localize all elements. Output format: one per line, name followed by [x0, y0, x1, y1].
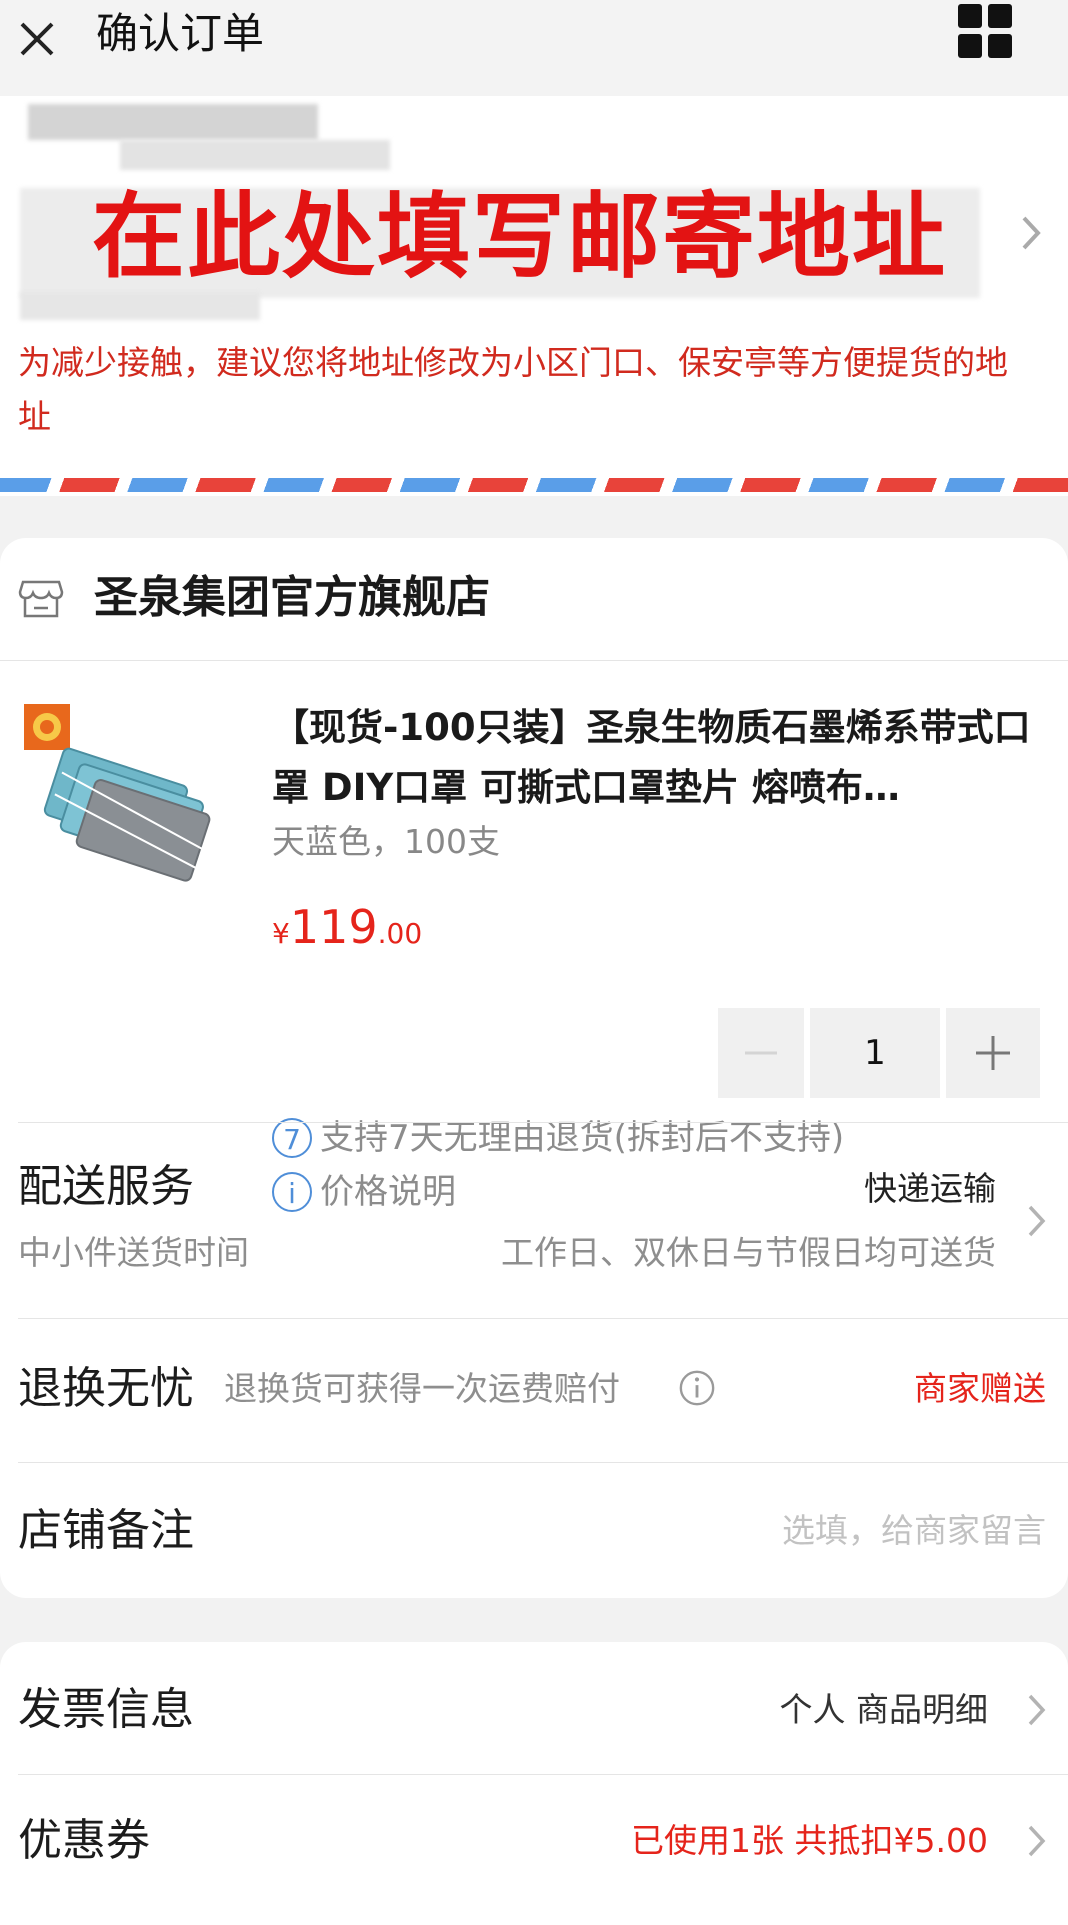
chevron-right-icon	[1028, 1825, 1046, 1857]
quantity-stepper: 1	[718, 1008, 1040, 1098]
coupon-label: 优惠券	[18, 1815, 150, 1866]
price-currency: ¥	[272, 917, 290, 950]
airmail-border	[0, 478, 1068, 492]
returns-sub: 退换货可获得一次运费赔付	[224, 1369, 620, 1408]
plus-icon	[976, 1036, 1010, 1070]
remark-row[interactable]: 店铺备注 选填，给商家留言	[18, 1462, 1068, 1599]
product-item[interactable]: 【现货-100只装】圣泉生物质石墨烯系带式口罩 DIY口罩 可撕式口罩垫片 熔喷…	[0, 660, 1068, 1212]
top-bar: 确认订单	[0, 0, 1068, 97]
delivery-sub: 中小件送货时间	[18, 1233, 249, 1272]
returns-row[interactable]: 退换无忧 退换货可获得一次运费赔付 商家赠送	[18, 1318, 1068, 1463]
invoice-card: 发票信息 个人 商品明细 优惠券 已使用1张 共抵扣¥5.00	[0, 1642, 1068, 1925]
blurred-address-line2	[20, 292, 260, 320]
invoice-value: 个人 商品明细	[779, 1690, 989, 1729]
coupon-row[interactable]: 优惠券 已使用1张 共抵扣¥5.00	[18, 1774, 1068, 1907]
delivery-value: 快递运输	[864, 1169, 996, 1208]
address-section[interactable]: 在此处填写邮寄地址 为减少接触，建议您将地址修改为小区门口、保安亭等方便提货的地…	[0, 96, 1068, 496]
blurred-phone	[120, 140, 390, 170]
store-icon	[18, 580, 64, 618]
invoice-row[interactable]: 发票信息 个人 商品明细	[18, 1642, 1068, 1774]
invoice-label: 发票信息	[18, 1684, 194, 1735]
delivery-label: 配送服务	[18, 1161, 194, 1212]
remark-input[interactable]: 选填，给商家留言	[782, 1509, 1046, 1553]
blurred-name	[28, 104, 318, 140]
product-title: 【现货-100只装】圣泉生物质石墨烯系带式口罩 DIY口罩 可撕式口罩垫片 熔喷…	[272, 706, 1031, 809]
product-spec: 天蓝色，100支	[272, 822, 500, 861]
chevron-right-icon[interactable]	[1018, 208, 1046, 258]
address-hint: 在此处填写邮寄地址	[92, 183, 947, 291]
product-image[interactable]	[22, 702, 222, 902]
store-header[interactable]: 圣泉集团官方旗舰店	[0, 538, 1068, 661]
decrease-button[interactable]	[718, 1008, 804, 1098]
chevron-right-icon	[1028, 1694, 1046, 1726]
returns-label: 退换无忧	[18, 1363, 194, 1414]
delivery-row[interactable]: 配送服务 中小件送货时间 快递运输 工作日、双休日与节假日均可送货	[18, 1122, 1068, 1319]
store-card: 圣泉集团官方旗舰店 【现货-100只装】圣泉生物质石墨烯系带式口罩 DIY口罩 …	[0, 538, 1068, 1598]
price-integer: 119	[289, 900, 378, 954]
minus-icon	[745, 1051, 777, 1055]
increase-button[interactable]	[946, 1008, 1040, 1098]
close-icon[interactable]	[18, 12, 68, 62]
price-decimal: .00	[377, 917, 423, 950]
page-title: 确认订单	[96, 9, 265, 58]
delivery-value-sub: 工作日、双休日与节假日均可送货	[501, 1233, 996, 1272]
grid-icon[interactable]	[958, 4, 1014, 60]
store-name: 圣泉集团官方旗舰店	[94, 572, 490, 623]
quantity-value[interactable]: 1	[810, 1008, 940, 1098]
chevron-right-icon	[1028, 1205, 1046, 1237]
returns-value: 商家赠送	[914, 1369, 1046, 1408]
product-price: ¥119.00	[272, 900, 422, 954]
address-note: 为减少接触，建议您将地址修改为小区门口、保安亭等方便提货的地址	[18, 343, 1008, 436]
info-icon[interactable]	[678, 1369, 716, 1407]
coupon-value: 已使用1张 共抵扣¥5.00	[631, 1821, 988, 1860]
remark-label: 店铺备注	[18, 1505, 194, 1556]
